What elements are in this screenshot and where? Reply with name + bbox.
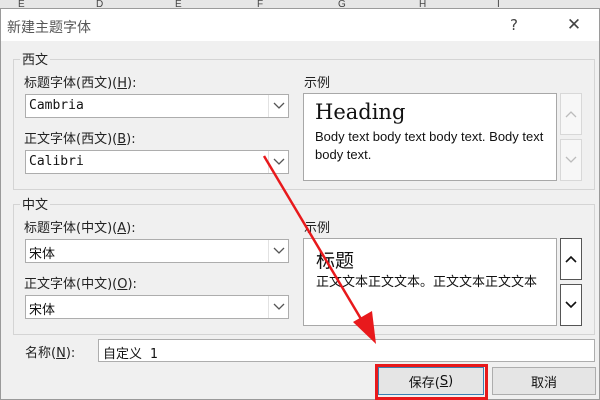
chevron-down-icon[interactable] [268, 240, 288, 262]
preview-heading-text: 标题 [316, 250, 355, 272]
chinese-example-label: 示例 [304, 221, 331, 236]
western-group-title: 西文 [20, 49, 51, 68]
scroll-up-icon[interactable] [560, 93, 582, 135]
western-body-font-label: 正文字体(西文)(B): [24, 132, 136, 147]
chinese-group-title: 中文 [20, 194, 51, 213]
chevron-down-icon[interactable] [268, 95, 288, 117]
chevron-down-icon[interactable] [268, 296, 288, 318]
chinese-body-font-select[interactable]: 宋体 [25, 295, 289, 319]
western-body-font-select[interactable]: Calibri [25, 150, 289, 174]
save-button[interactable]: 保存(S) [378, 367, 484, 395]
new-theme-fonts-dialog: 新建主题字体 ? ✕ 西文 标题字体(西文)(H): Cambria 正文字体(… [0, 8, 600, 400]
cancel-button[interactable]: 取消 [492, 367, 596, 395]
help-icon[interactable]: ? [501, 11, 527, 39]
scroll-up-icon[interactable] [560, 238, 582, 280]
chinese-body-font-label: 正文字体(中文)(O): [24, 277, 137, 292]
preview-heading-text: Heading [315, 100, 406, 124]
western-heading-font-label: 标题字体(西文)(H): [24, 76, 137, 91]
chinese-font-preview: 标题 正文文本正文文本。正文文本正文文本 [303, 238, 557, 326]
western-example-label: 示例 [304, 76, 331, 91]
chevron-down-icon[interactable] [268, 151, 288, 173]
dialog-titlebar: 新建主题字体 ? ✕ [1, 9, 599, 41]
western-heading-font-select[interactable]: Cambria [25, 94, 289, 118]
theme-name-input[interactable]: 自定义 1 [98, 339, 595, 362]
chinese-heading-font-value: 宋体 [29, 247, 56, 262]
close-icon[interactable]: ✕ [559, 11, 589, 39]
western-body-font-value: Calibri [29, 154, 84, 169]
chinese-heading-font-select[interactable]: 宋体 [25, 239, 289, 263]
theme-name-value: 自定义 1 [103, 347, 158, 362]
preview-body-text: 正文文本正文文本。正文文本正文文本 [316, 275, 538, 290]
western-font-preview: Heading Body text body text body text. B… [303, 93, 557, 181]
western-heading-font-value: Cambria [29, 98, 84, 113]
chinese-body-font-value: 宋体 [29, 303, 56, 318]
dialog-title: 新建主题字体 [7, 20, 91, 36]
scroll-down-icon[interactable] [560, 284, 582, 326]
chinese-fonts-group: 中文 标题字体(中文)(A): 宋体 正文字体(中文)(O): 宋体 示例 标题… [13, 194, 595, 335]
preview-body-text: Body text body text body text. Body text… [315, 129, 544, 162]
chinese-heading-font-label: 标题字体(中文)(A): [24, 221, 136, 236]
theme-name-label: 名称(N): [25, 346, 76, 361]
western-fonts-group: 西文 标题字体(西文)(H): Cambria 正文字体(西文)(B): Cal… [13, 49, 595, 190]
scroll-down-icon[interactable] [560, 139, 582, 181]
